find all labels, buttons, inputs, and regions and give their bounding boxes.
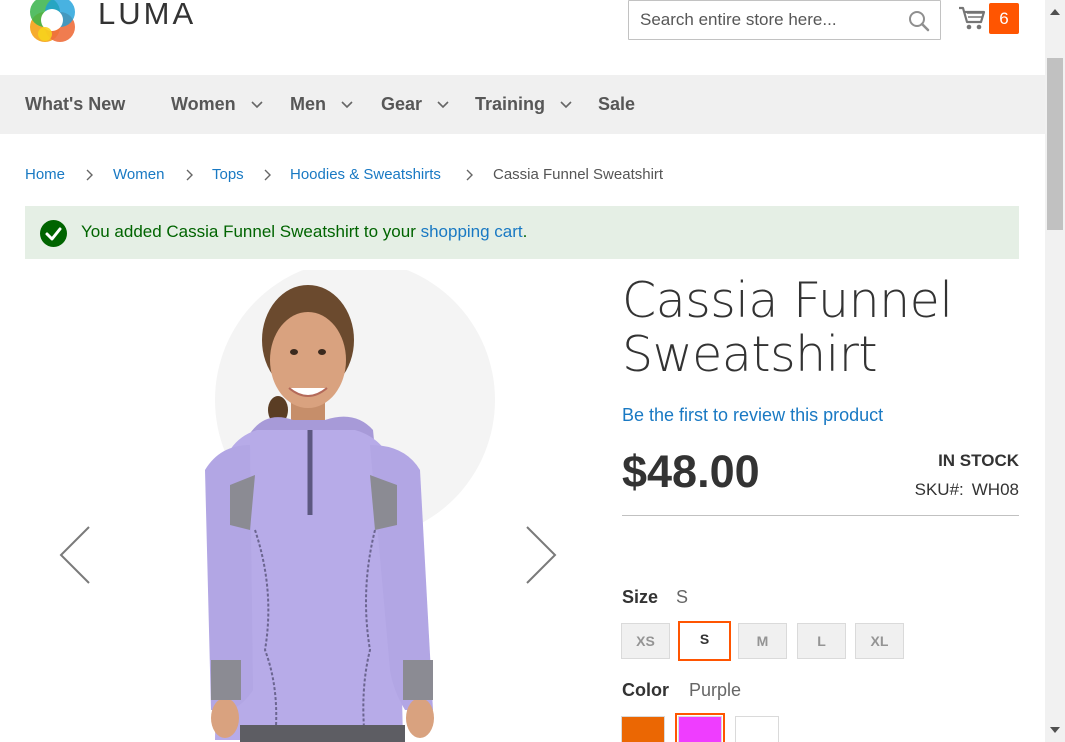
nav-item-label: Men xyxy=(290,94,326,114)
chevron-down-icon xyxy=(437,101,449,109)
product-image[interactable] xyxy=(25,270,585,742)
chevron-right-icon xyxy=(466,169,473,181)
chevron-down-icon xyxy=(251,101,263,109)
message-text-after: . xyxy=(522,222,528,241)
size-swatch-s[interactable]: S xyxy=(678,621,731,661)
nav-item-training[interactable]: Training xyxy=(475,75,572,134)
nav-item-women[interactable]: Women xyxy=(171,75,263,134)
size-swatch-l[interactable]: L xyxy=(797,623,846,659)
scroll-down-arrow-icon[interactable] xyxy=(1050,726,1060,734)
chevron-right-icon xyxy=(264,169,271,181)
page-scrollbar[interactable] xyxy=(1045,0,1065,742)
gallery-next-arrow-icon[interactable] xyxy=(524,525,558,585)
checkmark-icon xyxy=(40,220,67,247)
gallery-prev-arrow-icon[interactable] xyxy=(58,525,92,585)
search-input[interactable] xyxy=(629,1,899,39)
color-swatch-purple[interactable] xyxy=(675,713,725,742)
product-page: LUMA 6 What's New Women Men xyxy=(0,0,1065,742)
cart-icon xyxy=(959,6,986,30)
color-swatch-orange[interactable] xyxy=(621,716,665,742)
chevron-right-icon xyxy=(186,169,193,181)
nav-item-label: What's New xyxy=(25,94,126,114)
shopping-cart-link[interactable]: shopping cart xyxy=(421,222,523,241)
product-title: Cassia Funnel Sweatshirt xyxy=(622,272,953,383)
review-link[interactable]: Be the first to review this product xyxy=(622,405,883,426)
size-selected-value: S xyxy=(676,587,689,607)
breadcrumb-women[interactable]: Women xyxy=(113,166,164,183)
chevron-down-icon xyxy=(560,101,572,109)
nav-item-men[interactable]: Men xyxy=(290,75,353,134)
scrollbar-thumb[interactable] xyxy=(1047,58,1063,230)
breadcrumb-current: Cassia Funnel Sweatshirt xyxy=(493,166,664,183)
scroll-up-arrow-icon[interactable] xyxy=(1050,8,1060,16)
nav-item-label: Women xyxy=(171,94,236,114)
sku-value: WH08 xyxy=(971,480,1019,499)
success-message: You added Cassia Funnel Sweatshirt to yo… xyxy=(25,206,1019,259)
luma-logo[interactable]: LUMA xyxy=(26,0,226,46)
sku-label: SKU#: xyxy=(914,480,964,499)
size-swatch-xl[interactable]: XL xyxy=(855,623,904,659)
message-text-before: You added Cassia Funnel Sweatshirt to yo… xyxy=(81,222,421,241)
nav-item-label: Training xyxy=(475,94,546,114)
size-swatch-xs[interactable]: XS xyxy=(621,623,670,659)
divider xyxy=(622,515,1019,516)
size-label: Size xyxy=(622,587,659,607)
breadcrumb-hoodies-sweatshirts[interactable]: Hoodies & Sweatshirts xyxy=(290,166,441,183)
search-box xyxy=(628,0,941,40)
luma-logo-icon xyxy=(30,0,75,42)
cart-count-badge: 6 xyxy=(989,3,1019,34)
nav-item-label: Gear xyxy=(381,94,423,114)
message-text: You added Cassia Funnel Sweatshirt to yo… xyxy=(81,222,527,242)
nav-item-whats-new[interactable]: What's New xyxy=(25,75,125,134)
nav-item-sale[interactable]: Sale xyxy=(598,75,635,134)
main-navigation: What's New Women Men Gear Training Sale xyxy=(0,75,1045,134)
minicart[interactable]: 6 xyxy=(958,3,1020,35)
search-icon[interactable] xyxy=(908,10,930,32)
nav-item-gear[interactable]: Gear xyxy=(381,75,449,134)
product-gallery xyxy=(25,270,585,742)
color-selected-value: Purple xyxy=(689,680,742,700)
color-label: Color xyxy=(622,680,669,700)
stock-status: In stock xyxy=(938,451,1019,470)
breadcrumb-tops[interactable]: Tops xyxy=(212,166,244,183)
breadcrumb-home[interactable]: Home xyxy=(25,166,65,183)
product-sku: SKU#: WH08 xyxy=(915,480,1019,500)
chevron-right-icon xyxy=(86,169,93,181)
chevron-down-icon xyxy=(341,101,353,109)
size-swatch-m[interactable]: M xyxy=(738,623,787,659)
product-price: $48.00 xyxy=(622,446,760,497)
nav-item-label: Sale xyxy=(598,94,636,114)
logo-text: LUMA xyxy=(98,0,197,31)
color-swatch-white[interactable] xyxy=(735,716,779,742)
